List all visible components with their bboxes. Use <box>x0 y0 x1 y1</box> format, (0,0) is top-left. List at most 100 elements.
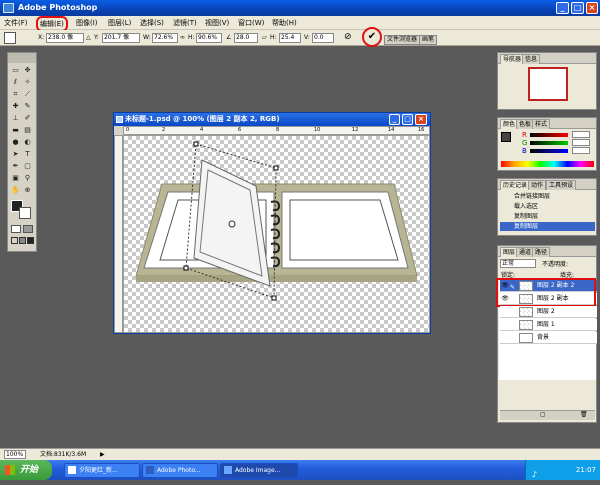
green-slider[interactable] <box>530 141 568 145</box>
history-item[interactable]: 复制图层 <box>500 212 595 221</box>
menu-filter[interactable]: 滤镜(T) <box>173 18 197 28</box>
vskew-field[interactable]: 0.0 <box>312 33 334 43</box>
path-select-icon[interactable]: ➤ <box>11 150 20 159</box>
quick-mask-icon[interactable] <box>23 225 33 233</box>
new-layer-icon[interactable]: ▢ <box>540 411 546 418</box>
maximize-button[interactable]: □ <box>571 2 584 14</box>
tab-actions[interactable]: 动作 <box>528 180 547 190</box>
marquee-icon[interactable]: ▭ <box>11 66 20 75</box>
blue-value-field[interactable] <box>572 147 590 154</box>
link-icon[interactable]: ∞ <box>180 34 185 41</box>
brush-icon[interactable]: ✎ <box>23 102 32 111</box>
trash-icon[interactable]: 🗑 <box>580 411 588 418</box>
dodge-icon[interactable]: ◐ <box>23 138 32 147</box>
taskbar-button-active[interactable]: Adobe Image... <box>220 463 298 478</box>
close-button[interactable]: × <box>586 2 598 14</box>
eyedropper-icon[interactable]: ⚲ <box>23 174 32 183</box>
y-position-field[interactable]: 201.7 像 <box>102 33 140 43</box>
color-fg-swatch[interactable] <box>501 132 511 142</box>
screen-mode-full-icon[interactable] <box>27 237 34 244</box>
x-position-field[interactable]: 238.0 像 <box>46 33 84 43</box>
cancel-transform-icon[interactable]: ⊘ <box>344 32 352 42</box>
tab-paths[interactable]: 路径 <box>532 247 551 257</box>
red-value-field[interactable] <box>572 131 590 138</box>
start-button[interactable]: 开始 <box>0 460 52 480</box>
tab-history[interactable]: 历史记录 <box>500 180 531 190</box>
navigator-panel-header: 导航器 信息 <box>498 53 596 64</box>
eye-icon[interactable] <box>501 308 509 316</box>
green-value-field[interactable] <box>572 139 590 146</box>
move-icon[interactable]: ✥ <box>23 66 32 75</box>
zoom-field[interactable]: 100% <box>4 450 26 459</box>
eraser-icon[interactable]: ▬ <box>11 126 20 135</box>
shape-icon[interactable]: ▢ <box>23 162 32 171</box>
history-item[interactable]: 合并链接图层 <box>500 192 595 201</box>
menu-layer[interactable]: 图层(L) <box>108 18 131 28</box>
gradient-icon[interactable]: ▤ <box>23 126 32 135</box>
photoshop-icon <box>146 466 154 474</box>
history-item[interactable]: 载入选区 <box>500 202 595 211</box>
red-slider[interactable] <box>530 133 568 137</box>
commit-transform-icon[interactable]: ✔ <box>362 27 382 47</box>
standard-mode-icon[interactable] <box>11 225 21 233</box>
relative-position-icon[interactable]: △ <box>86 34 91 41</box>
doc-close-button[interactable]: × <box>415 114 427 125</box>
history-item-selected[interactable]: 复制图层 <box>500 222 595 231</box>
doc-maximize-button[interactable]: □ <box>402 114 413 125</box>
width-field[interactable]: 72.6% <box>152 33 178 43</box>
pen-icon[interactable]: ✒ <box>11 162 20 171</box>
menu-help[interactable]: 帮助(H) <box>272 18 297 28</box>
menu-window[interactable]: 窗口(W) <box>238 18 264 28</box>
magic-wand-icon[interactable]: ✧ <box>23 78 32 87</box>
tab-info[interactable]: 信息 <box>522 54 541 64</box>
zoom-icon[interactable]: ⊕ <box>23 186 32 195</box>
blue-slider[interactable] <box>530 149 568 153</box>
transform-handle[interactable] <box>193 141 199 147</box>
document-canvas[interactable] <box>123 135 430 333</box>
menu-file[interactable]: 文件(F) <box>4 18 28 28</box>
color-ramp[interactable] <box>501 161 594 167</box>
layer-row[interactable]: 背景 <box>500 332 597 344</box>
slice-icon[interactable]: ⟋ <box>23 90 32 99</box>
eye-icon[interactable] <box>501 334 509 342</box>
crop-icon[interactable]: ⌗ <box>11 90 20 99</box>
blend-mode-select[interactable]: 正常 <box>500 259 536 268</box>
transform-handle[interactable] <box>273 165 279 171</box>
navigator-panel: 导航器 信息 <box>497 52 597 110</box>
hand-icon[interactable]: ✋ <box>11 186 20 195</box>
menu-image[interactable]: 图像(I) <box>76 18 98 28</box>
notes-icon[interactable]: ▣ <box>11 174 20 183</box>
reference-point-icon[interactable] <box>4 32 16 44</box>
blur-icon[interactable]: ● <box>11 138 20 147</box>
rotate-angle-field[interactable]: 28.0 <box>234 33 258 43</box>
height-field[interactable]: 90.6% <box>196 33 222 43</box>
taskbar-button[interactable]: Adobe Photo... <box>142 463 218 478</box>
minimize-button[interactable]: _ <box>556 2 569 14</box>
transform-handle[interactable] <box>183 265 189 271</box>
tab-styles[interactable]: 样式 <box>532 119 551 129</box>
stamp-icon[interactable]: ⊥ <box>11 114 20 123</box>
layer-row[interactable]: 图层 1 <box>500 319 597 331</box>
tab-brushes[interactable]: 画笔 <box>419 35 438 45</box>
taskbar-button[interactable]: 夕阳更红_新... <box>64 463 140 478</box>
screen-mode-full-menu-icon[interactable] <box>19 237 26 244</box>
menu-view[interactable]: 视图(V) <box>205 18 229 28</box>
healing-icon[interactable]: ✚ <box>11 102 20 111</box>
layer-row[interactable]: 图层 2 <box>500 306 597 318</box>
status-arrow-icon[interactable]: ▶ <box>100 449 105 460</box>
tab-file-browser[interactable]: 文件浏览器 <box>384 35 421 45</box>
navigator-preview[interactable] <box>528 67 568 101</box>
lasso-icon[interactable]: ℓ <box>11 78 20 87</box>
menu-select[interactable]: 选择(S) <box>140 18 164 28</box>
eye-icon[interactable] <box>501 321 509 329</box>
type-icon[interactable]: T <box>23 150 32 159</box>
hskew-field[interactable]: 25.4 <box>279 33 301 43</box>
transform-handle[interactable] <box>271 295 277 301</box>
screen-mode-standard-icon[interactable] <box>11 237 18 244</box>
tab-navigator[interactable]: 导航器 <box>500 54 525 64</box>
volume-icon[interactable]: ♪ <box>532 465 537 485</box>
background-color-swatch[interactable] <box>19 207 31 219</box>
doc-minimize-button[interactable]: _ <box>389 114 400 125</box>
history-brush-icon[interactable]: ✐ <box>23 114 32 123</box>
tab-tool-presets[interactable]: 工具预设 <box>546 180 577 190</box>
